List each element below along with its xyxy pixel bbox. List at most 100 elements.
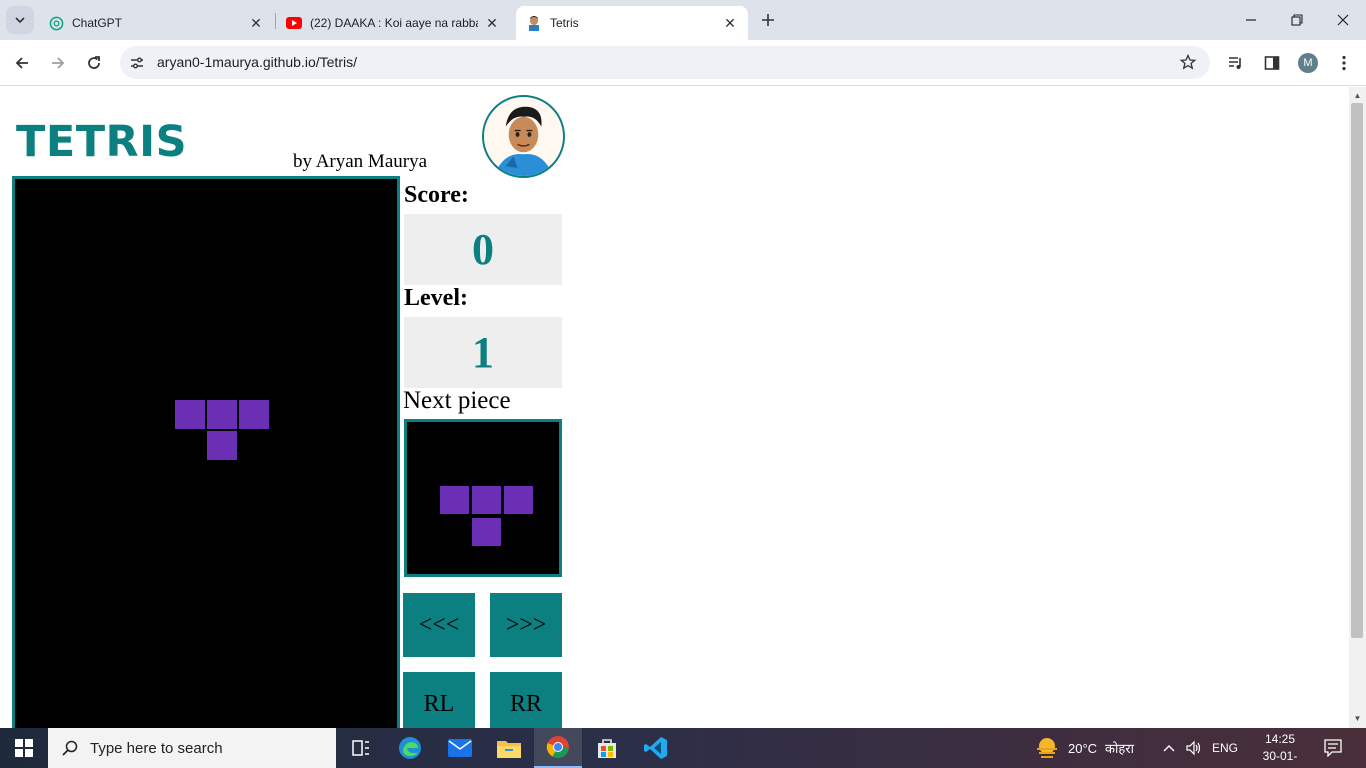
url-text: aryan0-1maurya.github.io/Tetris/ [157,54,357,70]
media-queue-icon [1229,57,1241,69]
plus-icon [762,14,774,26]
weather-widget[interactable]: 20°C कोहरा [1034,728,1134,768]
tab-tetris[interactable]: Tetris ✕ [516,6,748,40]
tetromino-block [472,486,501,514]
volume-button[interactable] [1186,728,1202,768]
tetromino-block [207,400,237,429]
move-left-button[interactable]: <<< [403,593,475,657]
tab-chatgpt[interactable]: ChatGPT ✕ [38,6,274,40]
file-explorer-icon [497,741,521,758]
start-button[interactable] [0,728,48,768]
reload-button[interactable] [80,49,108,77]
chrome-taskbar-button[interactable] [534,728,582,768]
taskbar-clock[interactable]: 14:25 30-01-2024 [1252,731,1308,768]
scroll-down-arrow-icon[interactable]: ▼ [1353,714,1362,723]
tab-strip: ChatGPT ✕ (22) DAAKA : Koi aaye na rabba… [0,0,1366,40]
forward-button[interactable] [44,49,72,77]
score-label: Score: [404,182,469,208]
browser-toolbar: aryan0-1maurya.github.io/Tetris/ [0,40,1366,86]
page-content: TETRIS by Aryan Maurya Score: 0 Level: 1… [0,87,1349,728]
weather-description: कोहरा [1105,741,1134,756]
bookmark-star-icon[interactable] [1178,52,1198,72]
reload-icon [88,56,100,69]
next-piece-label: Next piece [403,387,511,414]
arrow-left-icon [15,57,28,69]
task-view-button[interactable] [337,728,385,768]
store-icon [598,739,616,758]
taskbar-search-box[interactable]: Type here to search [48,728,336,768]
page-scrollbar[interactable]: ▲ ▼ [1349,87,1366,728]
page-logo: TETRIS [16,117,188,167]
back-button[interactable] [8,49,36,77]
close-icon[interactable]: ✕ [248,15,264,31]
level-value: 1 [404,317,562,388]
taskbar-search-placeholder: Type here to search [90,739,223,757]
windows-taskbar: Type here to search 20°C कोहरा ENG 14:25… [0,728,1366,768]
tab-search-button[interactable] [6,6,34,34]
scroll-up-arrow-icon[interactable]: ▲ [1353,91,1362,100]
level-label: Level: [404,285,468,311]
weather-temperature: 20°C [1068,740,1098,756]
mail-icon [448,739,472,757]
tetromino-block [239,400,269,429]
chevron-down-icon [15,17,25,24]
rotate-right-button[interactable]: RR [490,672,562,728]
chatgpt-icon [48,15,64,31]
restore-icon [1291,14,1303,26]
tab-title: Tetris [550,16,579,30]
tetromino-block [207,431,237,460]
restore-button[interactable] [1274,0,1320,40]
search-icon [62,740,78,756]
window-close-button[interactable] [1320,0,1366,40]
profile-avatar[interactable]: M [1298,53,1318,73]
tab-title: (22) DAAKA : Koi aaye na rabba [310,16,478,30]
chrome-icon [546,736,569,758]
author-avatar [482,95,565,178]
youtube-icon [286,15,302,31]
windows-logo-icon [15,739,33,757]
mail-taskbar-button[interactable] [436,728,484,768]
scrollbar-thumb[interactable] [1351,103,1363,638]
media-controls-button[interactable] [1225,52,1247,74]
close-icon[interactable]: ✕ [484,15,500,31]
tetromino-block [440,486,469,514]
clock-date: 30-01-2024 [1262,749,1298,768]
notification-icon [1324,739,1342,757]
next-piece-preview [404,419,562,577]
minimize-button[interactable] [1228,0,1274,40]
close-icon[interactable]: ✕ [722,15,738,31]
browser-menu-button[interactable] [1333,52,1355,74]
task-view-icon [352,740,369,756]
vscode-taskbar-button[interactable] [632,728,680,768]
arrow-right-icon [52,57,65,69]
notifications-button[interactable] [1324,728,1342,768]
move-right-button[interactable]: >>> [490,593,562,657]
rotate-left-button[interactable]: RL [403,672,475,728]
score-value: 0 [404,214,562,285]
author-byline: by Aryan Maurya [293,151,428,172]
side-panel-button[interactable] [1261,52,1283,74]
edge-icon [399,737,421,759]
tab-youtube[interactable]: (22) DAAKA : Koi aaye na rabba ✕ [276,6,510,40]
side-panel-icon [1264,56,1280,70]
edge-taskbar-button[interactable] [386,728,434,768]
show-hidden-icons-button[interactable] [1163,728,1175,768]
tetromino-block [472,518,501,546]
tab-title: ChatGPT [72,16,123,30]
author-portrait-illustration [484,97,563,176]
fog-weather-icon [1037,738,1057,758]
address-bar[interactable]: aryan0-1maurya.github.io/Tetris/ [120,46,1210,79]
site-info-icon[interactable] [128,54,146,72]
avatar-icon [526,15,542,31]
store-taskbar-button[interactable] [583,728,631,768]
game-board[interactable] [12,176,400,728]
chevron-up-icon [1163,745,1175,752]
speaker-icon [1186,741,1201,755]
tetromino-block [175,400,205,429]
minimize-icon [1246,19,1256,21]
more-vertical-icon [1342,55,1346,71]
new-tab-button[interactable] [756,8,780,32]
language-indicator[interactable]: ENG [1212,728,1238,768]
file-explorer-taskbar-button[interactable] [485,728,533,768]
close-icon [1337,14,1349,26]
